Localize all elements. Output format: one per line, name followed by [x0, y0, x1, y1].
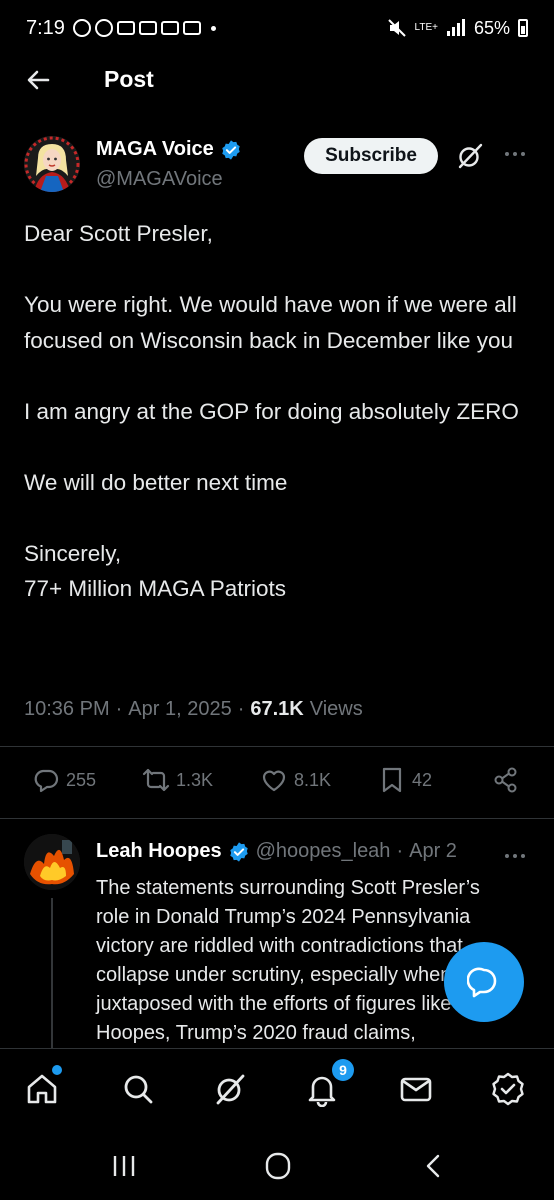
battery-icon	[518, 19, 528, 37]
mute-icon	[387, 19, 406, 37]
heart-icon	[262, 770, 286, 792]
author-name[interactable]: MAGA Voice	[96, 138, 214, 161]
more-notifications-dot	[210, 25, 216, 31]
cloud-icon	[94, 19, 113, 37]
reply-header: Leah Hoopes @hoopes_leah · Apr 2	[96, 840, 457, 863]
reply-author-handle[interactable]: @hoopes_leah	[256, 840, 391, 863]
mail-icon	[160, 21, 179, 35]
avatar[interactable]	[24, 136, 80, 192]
nav-notifications[interactable]: 9	[304, 1059, 354, 1108]
grok-icon	[216, 1074, 245, 1105]
reply-author-name[interactable]: Leah Hoopes	[96, 840, 222, 863]
repost-button[interactable]: 1.3K	[142, 766, 213, 794]
divider	[0, 818, 554, 819]
bottom-nav: 9	[0, 1048, 554, 1128]
youtube-icon	[116, 21, 135, 35]
post-line-gap	[24, 358, 530, 394]
post-time[interactable]: 10:36 PM	[24, 698, 110, 721]
reply-icon	[34, 769, 59, 793]
repost-count: 1.3K	[176, 769, 214, 790]
notifications-badge: 9	[332, 1059, 354, 1081]
subscribe-button[interactable]: Subscribe	[304, 138, 438, 174]
top-bar: Post	[0, 56, 554, 104]
avatar-image	[24, 136, 80, 192]
youtube-icon	[138, 21, 157, 35]
verified-badge-icon	[229, 841, 248, 862]
like-count: 8.1K	[294, 769, 332, 790]
messages-icon	[400, 1077, 432, 1102]
bookmark-button[interactable]: 42	[378, 766, 432, 794]
home-button-icon[interactable]	[258, 1148, 298, 1184]
search-icon	[124, 1075, 153, 1104]
post-actions: 255 1.3K 8.1K 42	[24, 766, 530, 806]
back-arrow-icon[interactable]	[24, 66, 52, 94]
verified-badge-icon	[222, 139, 240, 160]
post-line-gap	[24, 252, 530, 288]
nav-grok[interactable]	[212, 1071, 248, 1107]
author-handle[interactable]: @MAGAVoice	[96, 168, 223, 191]
home-icon	[27, 1074, 57, 1104]
post-meta: 10:36 PM · Apr 1, 2025 · 67.1K Views	[24, 698, 363, 721]
nav-home[interactable]	[24, 1065, 62, 1107]
status-time: 7:19	[26, 16, 65, 39]
back-button-icon[interactable]	[414, 1148, 454, 1184]
repost-icon	[142, 768, 170, 792]
post-line: We will do better next time	[24, 469, 288, 495]
post-line: I am angry at the GOP for doing absolute…	[24, 398, 519, 424]
status-bar: 7:19 LTE+ 65%	[0, 0, 554, 56]
post-line: Dear Scott Presler,	[24, 221, 213, 246]
views-count[interactable]: 67.1K	[250, 698, 303, 721]
nav-verified[interactable]	[490, 1071, 526, 1107]
status-notification-icons	[72, 19, 216, 37]
bookmark-count: 42	[412, 769, 433, 790]
meta-separator: ·	[237, 698, 245, 720]
post-date[interactable]: Apr 1, 2025	[128, 698, 231, 721]
reply-avatar[interactable]	[24, 834, 80, 890]
more-options-icon[interactable]	[502, 846, 528, 866]
divider	[0, 746, 554, 747]
network-type: LTE+	[414, 22, 438, 33]
battery-percent: 65%	[473, 17, 510, 38]
reply-date[interactable]: Apr 2	[409, 840, 457, 863]
reply-count: 255	[66, 769, 97, 790]
unread-dot	[52, 1065, 62, 1075]
like-button[interactable]: 8.1K	[260, 766, 331, 794]
nav-messages[interactable]	[398, 1071, 434, 1107]
more-options-icon[interactable]	[502, 144, 528, 164]
post-author: MAGA Voice @MAGAVoice Subscribe	[24, 136, 530, 196]
post-line-gap	[24, 500, 530, 536]
post-line: Sincerely,	[24, 540, 122, 566]
post-line: You were right. We would have won if we …	[24, 292, 517, 353]
reply-button[interactable]: 255	[32, 766, 96, 794]
chat-bubble-icon	[467, 967, 497, 998]
recent-apps-icon[interactable]	[104, 1148, 144, 1184]
page-title: Post	[104, 66, 154, 92]
nav-search[interactable]	[120, 1071, 156, 1107]
meta-separator: ·	[115, 698, 123, 720]
compose-reply-button[interactable]	[444, 942, 524, 1022]
post-line: 77+ Million MAGA Patriots	[24, 576, 286, 601]
grok-icon[interactable]	[456, 142, 484, 170]
post-line-gap	[24, 429, 530, 465]
verified-icon	[492, 1072, 524, 1106]
system-nav-bar	[0, 1128, 554, 1200]
bookmark-icon	[382, 767, 402, 793]
views-label[interactable]: Views	[310, 698, 363, 721]
author-name-row[interactable]: MAGA Voice	[96, 138, 242, 161]
signal-icon	[446, 19, 465, 36]
threads-icon	[72, 19, 91, 37]
status-right: LTE+ 65%	[387, 18, 528, 39]
reply-avatar-image	[24, 834, 80, 890]
share-button[interactable]	[492, 766, 520, 794]
meta-separator: ·	[396, 840, 404, 862]
post-body: Dear Scott Presler, You were right. We w…	[24, 216, 530, 607]
mail-icon	[182, 21, 201, 35]
share-icon	[494, 767, 517, 793]
